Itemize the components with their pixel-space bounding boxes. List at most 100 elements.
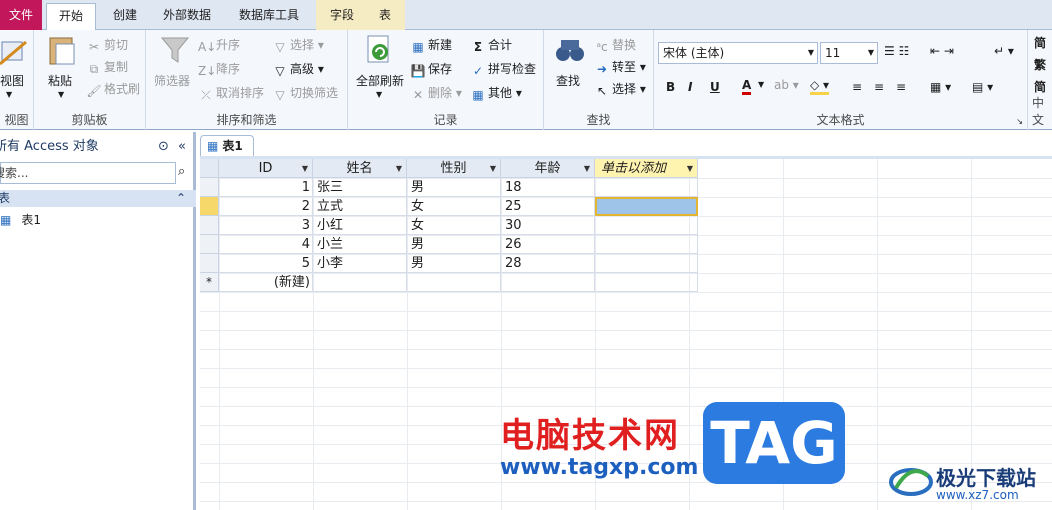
sort-descending-button[interactable]: Z↓降序 bbox=[198, 60, 240, 78]
font-family-select[interactable]: 宋体 (主体) ▼ bbox=[658, 42, 818, 64]
row-selector[interactable] bbox=[200, 178, 219, 197]
more-button[interactable]: ▦ 其他 ▾ bbox=[470, 84, 522, 102]
font-size-select[interactable]: 11 ▼ bbox=[820, 42, 878, 64]
tab-home[interactable]: 开始 bbox=[46, 3, 96, 31]
new-row-id[interactable]: (新建) bbox=[219, 273, 313, 292]
traditional-button[interactable]: 繁 bbox=[1034, 56, 1046, 73]
alternate-row-color-icon[interactable]: ▤ ▾ bbox=[972, 80, 993, 94]
nav-search-input[interactable]: 搜索... bbox=[0, 162, 176, 184]
dialog-launcher-icon[interactable]: ↘ bbox=[1016, 117, 1023, 126]
column-header-add[interactable]: 单击以添加 ▼ bbox=[595, 159, 698, 178]
tab-database-tools[interactable]: 数据库工具 bbox=[232, 3, 306, 30]
selection-button[interactable]: ▽ 选择 ▾ bbox=[272, 36, 323, 54]
nav-category-tables[interactable]: 表 ⌃ bbox=[0, 190, 196, 207]
new-record-button[interactable]: ▦ 新建 bbox=[410, 36, 452, 54]
view-button[interactable]: 视图 bbox=[0, 72, 24, 89]
align-left-icon[interactable]: ≡ bbox=[852, 80, 862, 94]
row-selector[interactable] bbox=[200, 235, 219, 254]
totals-button[interactable]: Σ 合计 bbox=[470, 36, 512, 54]
cell-id[interactable]: 2 bbox=[219, 197, 313, 216]
refresh-dropdown-icon[interactable]: ▼ bbox=[376, 90, 382, 99]
select-button[interactable]: ↖ 选择 ▾ bbox=[594, 80, 646, 98]
document-tab-table1[interactable]: ▦ 表1 bbox=[200, 135, 254, 157]
column-header-age[interactable]: 年龄 ▼ bbox=[501, 159, 595, 178]
chevron-down-icon[interactable]: ▼ bbox=[302, 159, 308, 178]
cell-age[interactable]: 26 bbox=[501, 235, 595, 254]
align-center-icon[interactable]: ≡ bbox=[874, 80, 884, 94]
chevron-down-icon[interactable]: ▼ bbox=[396, 159, 402, 178]
bold-button[interactable]: B bbox=[666, 80, 675, 94]
cell-name[interactable]: 立式 bbox=[313, 197, 407, 216]
row-selector[interactable] bbox=[200, 216, 219, 235]
cell-id[interactable]: 1 bbox=[219, 178, 313, 197]
chevron-down-icon[interactable]: ▼ bbox=[584, 159, 590, 178]
new-row-cell[interactable] bbox=[407, 273, 501, 292]
tab-table[interactable]: 表 bbox=[372, 3, 398, 30]
view-dropdown-icon[interactable]: ▼ bbox=[6, 90, 12, 99]
new-row-cell[interactable] bbox=[595, 273, 698, 292]
cell-age[interactable]: 28 bbox=[501, 254, 595, 273]
nav-header[interactable]: 所有 Access 对象 ⊙ « bbox=[0, 136, 196, 158]
italic-button[interactable]: I bbox=[688, 80, 692, 94]
cell-gender[interactable]: 女 bbox=[407, 197, 501, 216]
cell-age[interactable]: 18 bbox=[501, 178, 595, 197]
cell-name[interactable]: 张三 bbox=[313, 178, 407, 197]
cell-gender[interactable]: 女 bbox=[407, 216, 501, 235]
column-header-name[interactable]: 姓名 ▼ bbox=[313, 159, 407, 178]
chevron-up-icon[interactable]: ⌃ bbox=[176, 190, 186, 207]
text-direction-icon[interactable]: ↵ ▾ bbox=[994, 44, 1014, 58]
cell-name[interactable]: 小李 bbox=[313, 254, 407, 273]
simplified-button[interactable]: 简 bbox=[1034, 34, 1046, 51]
new-row-cell[interactable] bbox=[501, 273, 595, 292]
row-selector[interactable] bbox=[200, 197, 219, 216]
tab-create[interactable]: 创建 bbox=[108, 3, 142, 30]
cell-gender[interactable]: 男 bbox=[407, 178, 501, 197]
cell-id[interactable]: 4 bbox=[219, 235, 313, 254]
row-selector[interactable] bbox=[200, 254, 219, 273]
search-icon[interactable]: ⌕ bbox=[178, 164, 185, 179]
paste-button[interactable]: 粘贴 bbox=[48, 72, 72, 89]
underline-button[interactable]: U bbox=[710, 80, 720, 94]
indent-icon[interactable]: ⇤ ⇥ bbox=[930, 44, 954, 58]
cut-button[interactable]: ✂ 剪切 bbox=[86, 36, 128, 54]
new-row-marker[interactable]: * bbox=[200, 273, 219, 292]
copy-button[interactable]: ⧉ 复制 bbox=[86, 58, 128, 76]
cell-age[interactable]: 30 bbox=[501, 216, 595, 235]
replace-button[interactable]: ᵃc 替换 bbox=[594, 36, 636, 54]
format-painter-button[interactable]: 🖌 格式刷 bbox=[86, 80, 140, 98]
goto-button[interactable]: ➜ 转至 ▾ bbox=[594, 58, 646, 76]
clear-sort-button[interactable]: ⤫ 取消排序 bbox=[198, 84, 264, 102]
refresh-all-button[interactable]: 全部刷新 bbox=[356, 72, 404, 89]
chevron-down-icon[interactable]: ⊙ bbox=[158, 136, 169, 158]
tab-external-data[interactable]: 外部数据 bbox=[158, 3, 216, 30]
nav-item-table1[interactable]: ▦ 表1 bbox=[0, 211, 196, 229]
fill-color-icon[interactable]: ◇ ▾ bbox=[810, 78, 830, 95]
filter-button[interactable]: 筛选器 bbox=[154, 72, 190, 89]
cell-name[interactable]: 小红 bbox=[313, 216, 407, 235]
column-header-id[interactable]: ID ▼ bbox=[219, 159, 313, 178]
select-all-corner[interactable] bbox=[200, 159, 219, 178]
cell-add[interactable] bbox=[595, 178, 698, 197]
cell-add[interactable] bbox=[595, 197, 698, 216]
toggle-filter-button[interactable]: ▽ 切换筛选 bbox=[272, 84, 338, 102]
cell-age[interactable]: 25 bbox=[501, 197, 595, 216]
bullets-icon[interactable]: ☰ ☷ bbox=[884, 44, 909, 58]
find-button[interactable]: 查找 bbox=[556, 72, 580, 89]
collapse-pane-icon[interactable]: « bbox=[178, 136, 186, 158]
align-right-icon[interactable]: ≡ bbox=[896, 80, 906, 94]
cell-gender[interactable]: 男 bbox=[407, 235, 501, 254]
tab-fields[interactable]: 字段 bbox=[326, 3, 358, 30]
cell-gender[interactable]: 男 bbox=[407, 254, 501, 273]
cell-add[interactable] bbox=[595, 216, 698, 235]
highlight-icon[interactable]: ab ▾ bbox=[774, 78, 799, 92]
sort-ascending-button[interactable]: A↓升序 bbox=[198, 36, 240, 54]
column-header-gender[interactable]: 性别 ▼ bbox=[407, 159, 501, 178]
advanced-button[interactable]: ▽ 高级 ▾ bbox=[272, 60, 323, 78]
font-color-icon[interactable]: A bbox=[742, 78, 752, 95]
chevron-down-icon[interactable]: ▼ bbox=[687, 159, 693, 178]
save-record-button[interactable]: 💾 保存 bbox=[410, 60, 453, 78]
gridlines-icon[interactable]: ▦ ▾ bbox=[930, 80, 951, 94]
new-row-cell[interactable] bbox=[313, 273, 407, 292]
tab-file[interactable]: 文件 bbox=[0, 0, 42, 30]
cell-name[interactable]: 小兰 bbox=[313, 235, 407, 254]
